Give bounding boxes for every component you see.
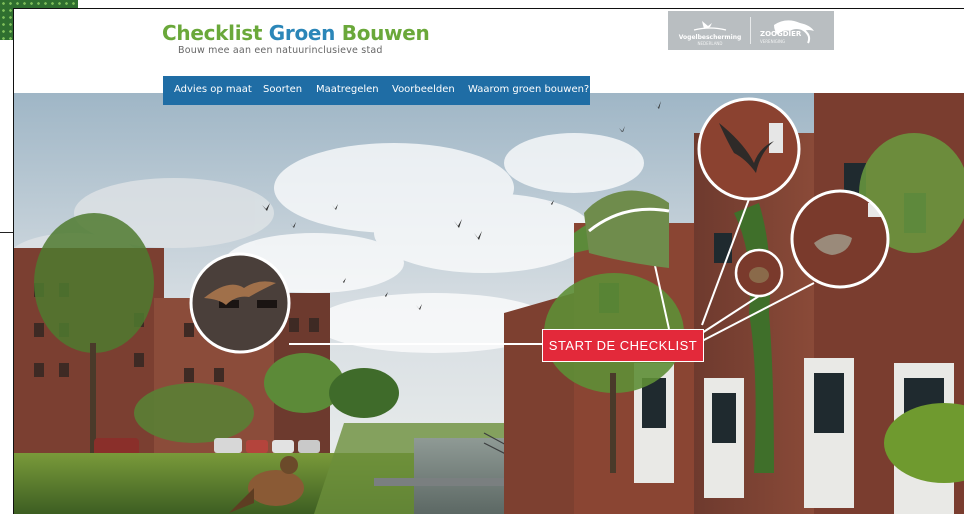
logo-word-bouwen: Bouwen [341, 21, 430, 45]
start-checklist-button[interactable]: START DE CHECKLIST [542, 329, 704, 362]
nav-item-waarom-groen-bouwen[interactable]: Waarom groen bouwen? [468, 84, 589, 95]
main-navigation: Advies op maat Soorten Maatregelen Voorb… [163, 76, 590, 105]
logo-word-checklist: Checklist [162, 21, 263, 45]
nav-item-maatregelen[interactable]: Maatregelen [316, 84, 379, 95]
partner-divider [750, 17, 751, 44]
hero-image: START DE CHECKLIST [14, 93, 964, 514]
partner-subtitle: NEDERLAND [697, 41, 723, 46]
partner-name: Vogelbescherming [678, 34, 742, 41]
nav-item-advies-op-maat[interactable]: Advies op maat [174, 84, 252, 95]
partner-logos: Vogelbescherming NEDERLAND ZOOGDIER VERE… [668, 11, 834, 50]
partner-subtitle: VERENIGING [760, 39, 786, 44]
bird-logo-icon [693, 21, 727, 31]
partner-name: ZOOGDIER [760, 30, 802, 38]
browser-viewport: Checklist Groen Bouwen Bouw mee aan een … [13, 8, 964, 514]
site-logo[interactable]: Checklist Groen Bouwen [162, 21, 430, 45]
bridge [374, 478, 524, 486]
logo-word-groen: Groen [268, 21, 336, 45]
site-tagline: Bouw mee aan een natuurinclusieve stad [178, 45, 383, 56]
hero-illustration [14, 93, 964, 514]
partner-vogelbescherming[interactable]: Vogelbescherming NEDERLAND [674, 15, 746, 46]
partner-zoogdiervereniging[interactable]: ZOOGDIER VERENIGING [756, 15, 828, 46]
nav-item-soorten[interactable]: Soorten [263, 84, 302, 95]
nav-item-voorbeelden[interactable]: Voorbeelden [392, 84, 455, 95]
